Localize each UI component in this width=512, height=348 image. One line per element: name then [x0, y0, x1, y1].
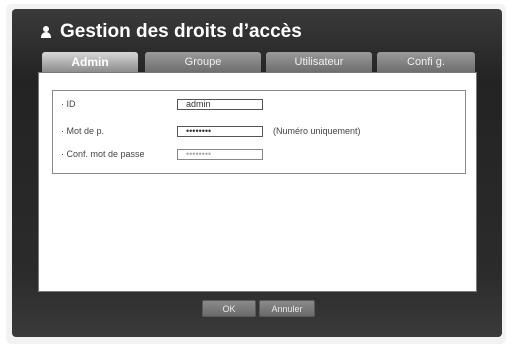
tab-utilisateur[interactable]: Utilisateur [266, 52, 372, 72]
tab-admin[interactable]: Admin [42, 52, 138, 72]
id-label: · ID [61, 99, 76, 109]
confirm-label: · Conf. mot de passe [61, 149, 145, 159]
id-field[interactable]: admin [177, 98, 263, 110]
tab-config[interactable]: Confi g. [377, 52, 475, 72]
confirm-row: · Conf. mot de passe •••••••• [61, 147, 263, 161]
account-fields-box: · ID admin · Mot de p. •••••••• (Numéro … [52, 90, 466, 174]
id-row: · ID admin [61, 97, 263, 111]
password-field[interactable]: •••••••• [177, 125, 263, 137]
tab-groupe[interactable]: Groupe [145, 52, 261, 72]
password-note: (Numéro uniquement) [273, 126, 361, 136]
dialog-buttons: OK Annuler [202, 300, 315, 317]
window-title-bar: Gestion des droits d’accès [40, 20, 302, 44]
password-row: · Mot de p. •••••••• (Numéro uniquement) [61, 124, 361, 138]
cancel-button[interactable]: Annuler [259, 300, 315, 317]
password-label: · Mot de p. [61, 126, 105, 136]
window-title: Gestion des droits d’accès [60, 21, 302, 42]
confirm-password-field[interactable]: •••••••• [177, 148, 263, 160]
ok-button[interactable]: OK [202, 300, 256, 317]
user-icon [40, 25, 52, 39]
